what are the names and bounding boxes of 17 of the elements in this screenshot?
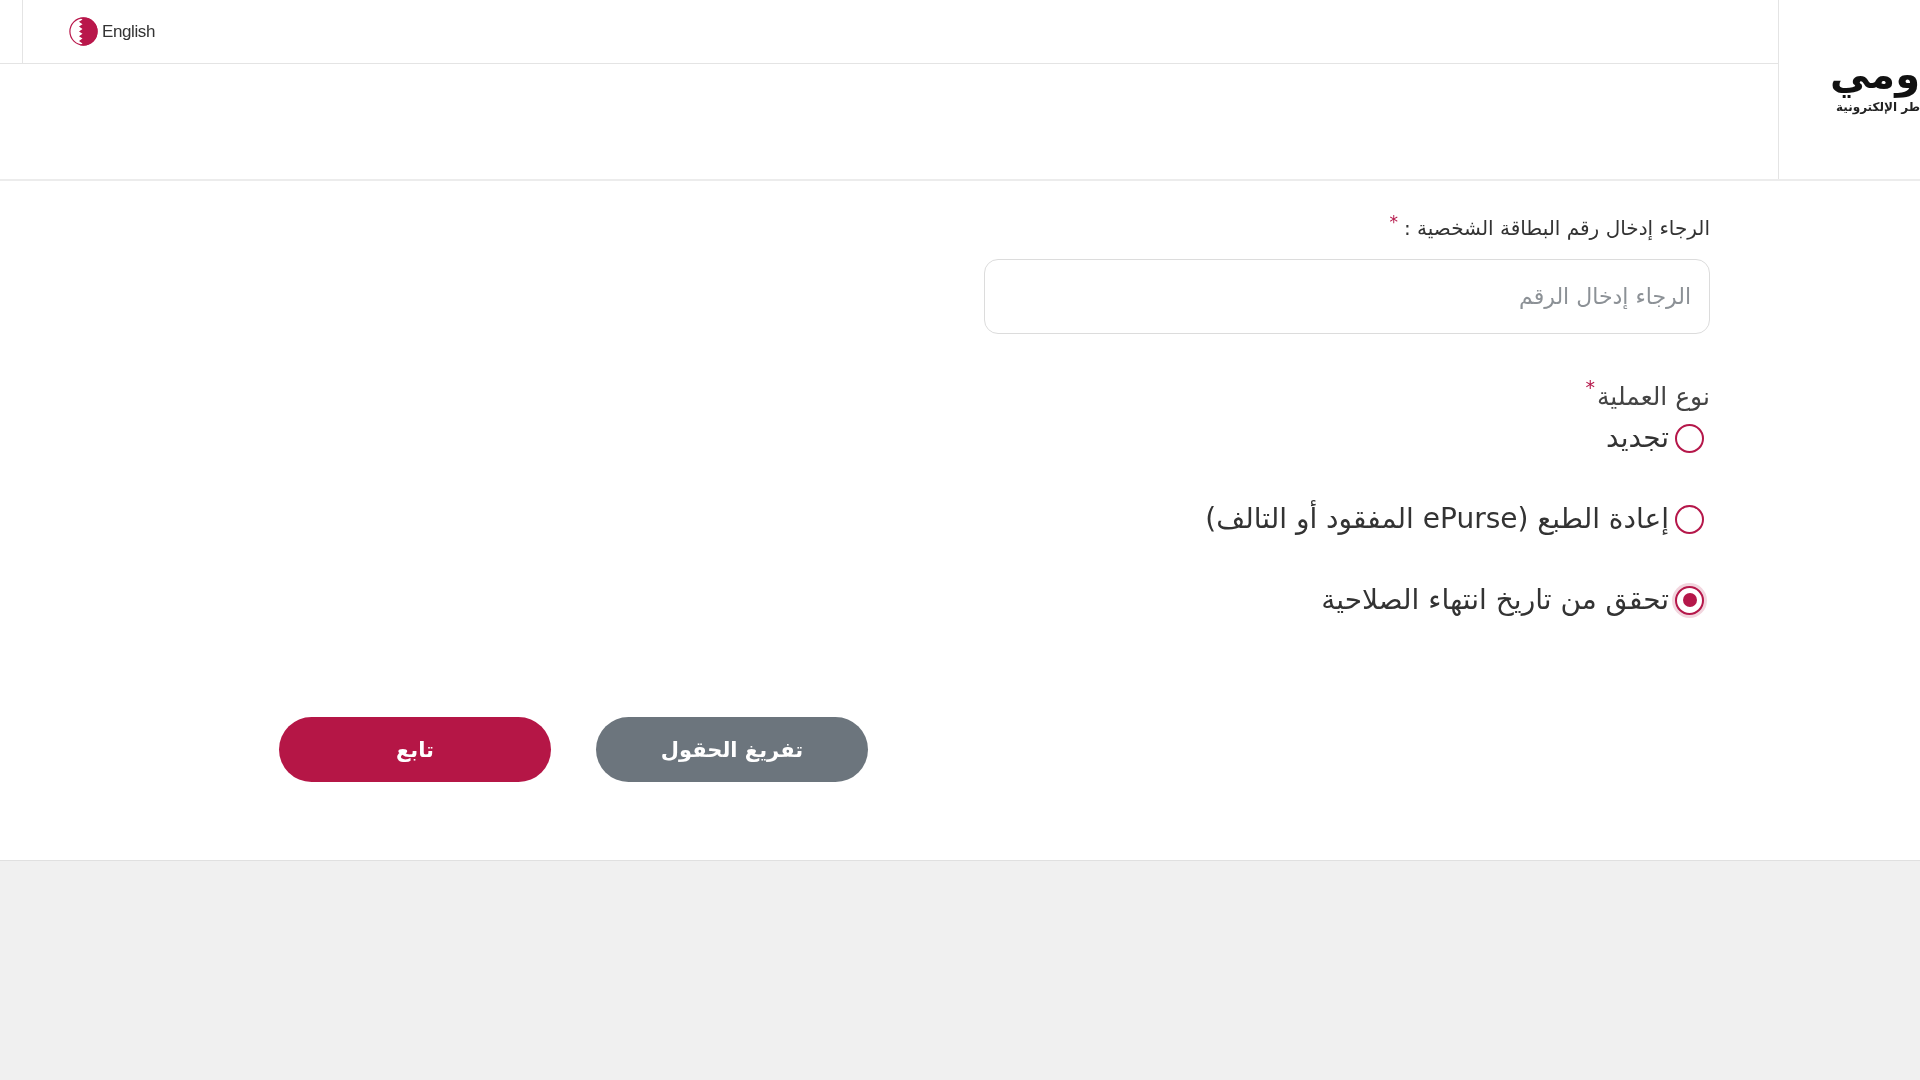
required-asterisk: * [1585, 382, 1595, 392]
radio-button[interactable] [1675, 423, 1704, 453]
radio-button[interactable] [1675, 504, 1704, 534]
logo-wordmark: ومي [1829, 52, 1920, 96]
clear-fields-button[interactable]: تفريغ الحقول [596, 717, 868, 782]
group-label: نوع العملية [1596, 382, 1710, 412]
option-label[interactable]: تحقق من تاريخ انتهاء الصلاحية [1321, 582, 1669, 618]
option-label[interactable]: إعادة الطبع (ePurse المفقود أو التالف) [1205, 501, 1669, 537]
language-link[interactable]: English [69, 17, 155, 46]
continue-button[interactable]: تابع [279, 717, 551, 782]
option-label[interactable]: تجديد [1605, 420, 1669, 456]
flag-icon [69, 17, 98, 46]
field-label: الرجاء إدخال رقم البطاقة الشخصية : [1403, 216, 1710, 240]
required-asterisk: * [1389, 216, 1398, 228]
logo-tagline: طر الإلكترونية [1836, 99, 1920, 116]
id-number-input[interactable]: الرجاء إدخال الرقم [984, 259, 1710, 334]
radio-button[interactable] [1675, 585, 1704, 615]
